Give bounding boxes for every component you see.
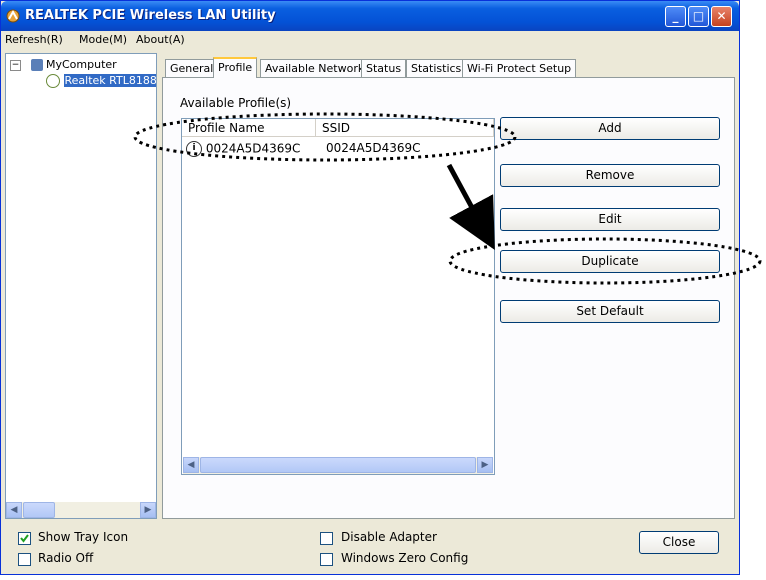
scroll-right-icon[interactable]: ▶	[477, 457, 493, 473]
close-window-button[interactable]: ✕	[711, 6, 732, 27]
checkmark-icon	[20, 534, 29, 543]
wireless-utility-icon	[6, 9, 20, 23]
maximize-button[interactable]: □	[688, 6, 709, 27]
column-ssid[interactable]: SSID	[316, 119, 494, 137]
tree-scroll-thumb[interactable]	[23, 502, 55, 518]
profile-name-cell: 0024A5D4369C	[205, 141, 301, 156]
radio-off-checkbox[interactable]	[18, 553, 31, 566]
show-tray-icon-label: Show Tray Icon	[38, 530, 129, 544]
show-tray-icon-checkbox[interactable]	[18, 532, 31, 545]
duplicate-button[interactable]: Duplicate	[500, 250, 720, 273]
tab-status[interactable]: Status	[361, 59, 407, 77]
edit-button[interactable]: Edit	[500, 208, 720, 231]
profile-info-icon: i	[186, 141, 202, 157]
network-adapter-icon	[46, 74, 60, 88]
disable-adapter-checkbox[interactable]	[320, 532, 333, 545]
menu-refresh[interactable]: Refresh(R)	[5, 33, 63, 46]
list-horizontal-scrollbar[interactable]: ◀ ▶	[183, 457, 493, 474]
app-window: REALTEK PCIE Wireless LAN Utility _ □ ✕ …	[0, 0, 740, 575]
minimize-button[interactable]: _	[665, 6, 686, 27]
add-button[interactable]: Add	[500, 117, 720, 140]
scroll-left-icon[interactable]: ◀	[183, 457, 199, 473]
tree-item-adapter[interactable]: Realtek RTL8188	[46, 74, 157, 88]
device-tree[interactable]: − MyComputer Realtek RTL8188 ◀ ▶	[5, 53, 157, 519]
list-item[interactable]: i 0024A5D4369C 0024A5D4369C	[186, 141, 421, 157]
title-bar[interactable]: REALTEK PCIE Wireless LAN Utility _ □ ✕	[1, 1, 739, 31]
computer-icon	[30, 59, 43, 71]
close-button[interactable]: Close	[639, 531, 719, 554]
windows-zero-config-checkbox[interactable]	[320, 553, 333, 566]
scroll-right-icon[interactable]: ▶	[140, 502, 156, 518]
scroll-left-icon[interactable]: ◀	[6, 502, 22, 518]
tab-profile[interactable]: Profile	[213, 57, 258, 78]
window-title: REALTEK PCIE Wireless LAN Utility	[25, 8, 276, 23]
disable-adapter-label: Disable Adapter	[341, 530, 437, 544]
windows-zero-config-label: Windows Zero Config	[341, 551, 469, 565]
radio-off-label: Radio Off	[38, 551, 94, 565]
tab-general[interactable]: General	[165, 59, 219, 77]
set-default-button[interactable]: Set Default	[500, 300, 720, 323]
tree-horizontal-scrollbar[interactable]: ◀ ▶	[6, 502, 156, 518]
remove-button[interactable]: Remove	[500, 164, 720, 187]
tab-available-network[interactable]: Available Network	[260, 59, 370, 77]
menu-mode[interactable]: Mode(M)	[79, 33, 127, 46]
tab-statistics[interactable]: Statistics	[406, 59, 467, 77]
tree-adapter-label: Realtek RTL8188	[63, 74, 157, 87]
ssid-cell: 0024A5D4369C	[326, 141, 421, 155]
tree-root-label: MyComputer	[46, 58, 117, 71]
collapse-icon[interactable]: −	[10, 59, 21, 71]
tab-wifi-protect-setup[interactable]: Wi-Fi Protect Setup	[462, 59, 577, 77]
profile-list[interactable]: Profile Name SSID i 0024A5D4369C 0024A5D…	[181, 118, 495, 475]
available-profiles-label: Available Profile(s)	[180, 96, 292, 110]
column-profile-name[interactable]: Profile Name	[182, 119, 316, 137]
list-scroll-thumb[interactable]	[200, 457, 476, 473]
tree-item-mycomputer[interactable]: − MyComputer	[10, 58, 117, 71]
menu-about[interactable]: About(A)	[136, 33, 185, 46]
menu-bar: Refresh(R) Mode(M) About(A)	[1, 31, 739, 49]
